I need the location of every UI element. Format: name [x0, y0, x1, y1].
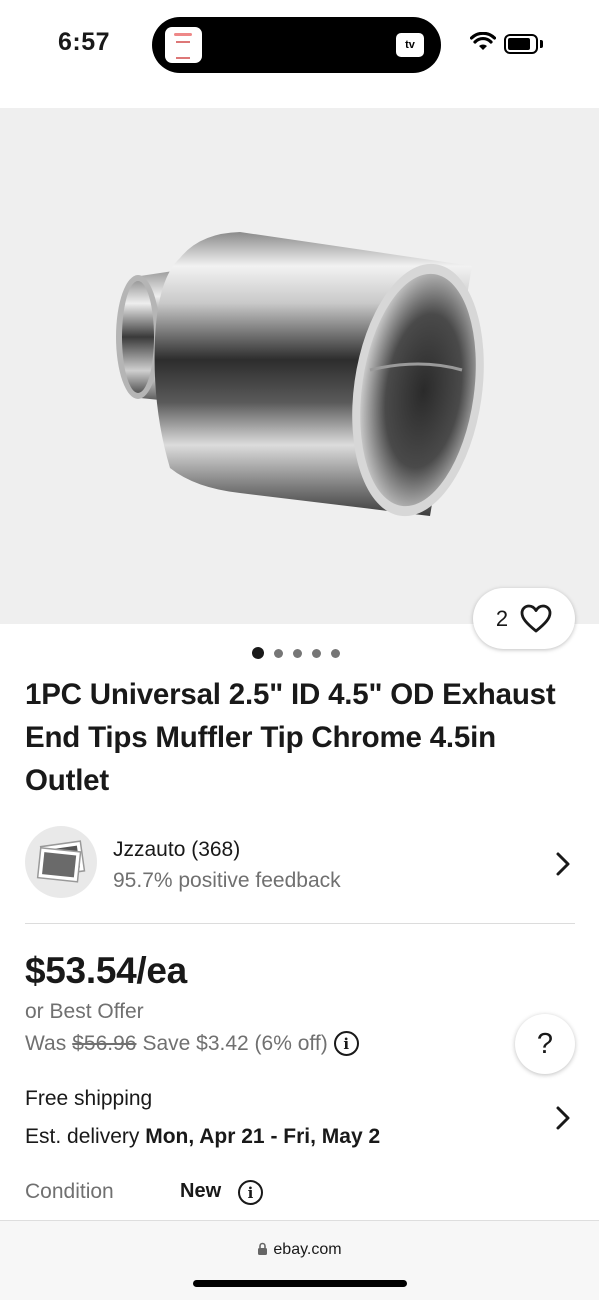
home-indicator[interactable] [193, 1280, 407, 1287]
browser-address-bar[interactable]: ebay.com [0, 1220, 599, 1300]
watch-button[interactable]: 2 [473, 588, 575, 649]
seller-name: Jzzauto (368) [113, 838, 241, 861]
seller-avatar [25, 826, 97, 898]
question-mark-icon: ? [536, 1027, 554, 1060]
pagination-dot[interactable] [312, 648, 321, 658]
original-price: $56.96 [72, 1031, 137, 1055]
pagination-dot[interactable] [293, 648, 302, 658]
status-time: 6:57 [58, 28, 111, 56]
pagination-dot[interactable] [331, 648, 340, 658]
chevron-right-icon [556, 852, 570, 876]
product-photo-exhaust-tip [116, 232, 484, 517]
est-delivery-label: Est. delivery [25, 1125, 140, 1148]
item-price: $53.54/ea [25, 950, 187, 991]
watch-count: 2 [495, 605, 509, 631]
battery-tip [540, 40, 543, 48]
heart-icon [520, 604, 552, 632]
condition-value: New [180, 1180, 222, 1202]
estimated-delivery: Est. delivery Mon, Apr 21 - Fri, May 2 [25, 1125, 380, 1149]
was-price-line: Was $56.96 Save $3.42 (6% off) i [25, 1031, 359, 1056]
image-pagination-dots[interactable] [252, 647, 340, 659]
battery-icon [504, 34, 538, 54]
info-icon[interactable]: i [333, 1031, 359, 1056]
pagination-dot[interactable] [274, 648, 283, 658]
best-offer-text: or Best Offer [25, 1000, 144, 1023]
pagination-dot[interactable] [252, 647, 264, 659]
savings-text: Save $3.42 (6% off) [142, 1031, 328, 1055]
was-label: Was [25, 1031, 67, 1055]
dynamic-island[interactable]: tv [152, 17, 441, 73]
condition-info-icon[interactable]: i [238, 1180, 263, 1205]
apple-tv-icon: tv [396, 33, 424, 57]
est-delivery-dates: Mon, Apr 21 - Fri, May 2 [145, 1125, 381, 1148]
chevron-right-icon[interactable] [555, 1105, 571, 1131]
product-image-gallery[interactable] [0, 108, 599, 624]
product-title: 1PC Universal 2.5" ID 4.5" OD Exhaust En… [25, 678, 556, 797]
section-divider [25, 923, 575, 924]
url-display[interactable]: ebay.com [0, 1241, 599, 1259]
status-bar: 6:57 tv [0, 0, 599, 100]
url-text: ebay.com [273, 1241, 342, 1258]
wifi-icon [470, 32, 496, 50]
condition-label: Condition [25, 1180, 114, 1203]
now-playing-app-icon [165, 27, 202, 63]
seller-info-row[interactable]: Jzzauto (368) 95.7% positive feedback [25, 826, 575, 900]
photo-placeholder-icon [36, 840, 86, 883]
lock-icon [258, 1242, 268, 1255]
help-button[interactable]: ? [515, 1014, 575, 1074]
free-shipping-text: Free shipping [25, 1087, 153, 1110]
seller-feedback: 95.7% positive feedback [113, 869, 341, 892]
